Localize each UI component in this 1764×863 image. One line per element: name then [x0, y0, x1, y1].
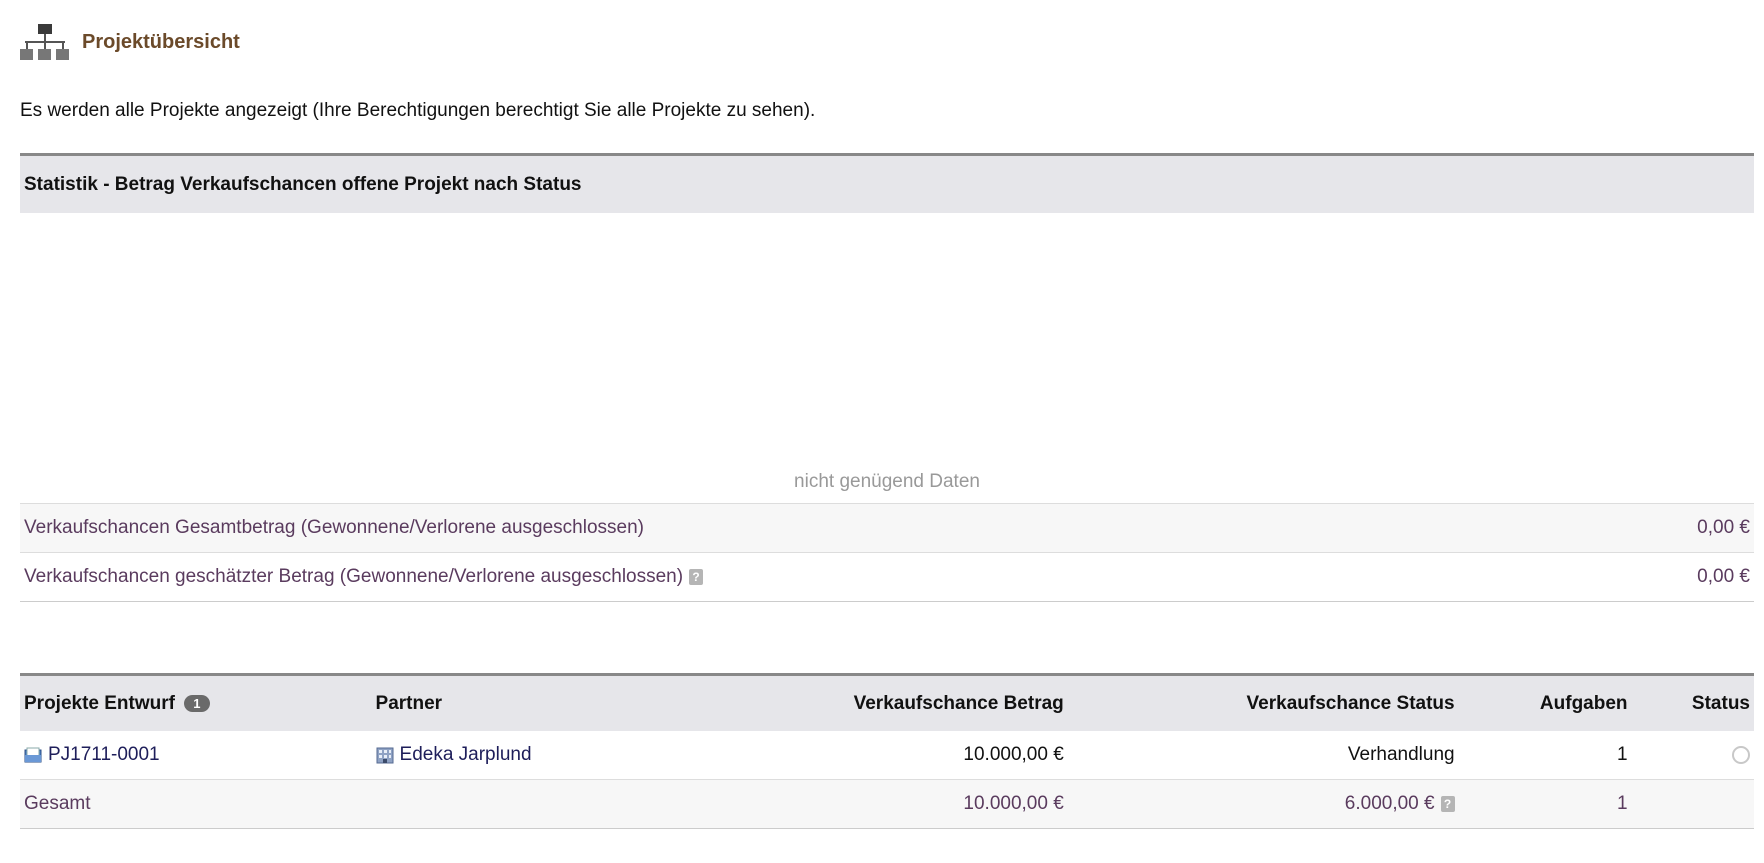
stat-label: Verkaufschancen Gesamtbetrag (Gewonnene/… [24, 517, 644, 538]
cell-vk-status: Verhandlung [1067, 731, 1459, 780]
stat-row-total: Verkaufschancen Gesamtbetrag (Gewonnene/… [20, 503, 1754, 552]
stat-label-wrap: Verkaufschancen geschätzter Betrag (Gewo… [24, 566, 704, 588]
total-status-empty [1631, 779, 1754, 829]
company-building-icon[interactable] [376, 746, 394, 764]
col-header-partner[interactable]: Partner [372, 675, 653, 732]
projects-table: Projekte Entwurf 1 Partner Verkaufschanc… [20, 673, 1754, 829]
stat-label: Verkaufschancen geschätzter Betrag (Gewo… [24, 566, 684, 587]
chart-area: nicht genügend Daten [20, 213, 1754, 503]
total-partner-empty [371, 779, 653, 829]
col-header-status[interactable]: Status [1632, 675, 1754, 732]
total-geschaetzt: 6.000,00 €? [1067, 779, 1459, 829]
cell-betrag: 10.000,00 € [652, 731, 1068, 780]
col-header-aufgaben[interactable]: Aufgaben [1459, 675, 1632, 732]
col-header-entwurf[interactable]: Projekte Entwurf 1 [20, 675, 372, 732]
stats-panel: Statistik - Betrag Verkaufschancen offen… [20, 153, 1754, 602]
help-icon[interactable]: ? [1440, 795, 1455, 812]
project-folder-icon[interactable] [24, 747, 42, 763]
table-total-row: Gesamt 10.000,00 € 6.000,00 €? 1 [20, 779, 1754, 829]
project-link[interactable]: PJ1711-0001 [48, 744, 160, 765]
org-hierarchy-icon [20, 24, 69, 60]
cell-partner: Edeka Jarplund [371, 731, 653, 780]
intro-text: Es werden alle Projekte angezeigt (Ihre … [20, 100, 816, 121]
cell-project-ref: PJ1711-0001 [20, 731, 372, 780]
status-circle-icon [1732, 745, 1750, 764]
total-label: Gesamt [20, 779, 372, 829]
col-header-label: Projekte Entwurf [24, 692, 175, 714]
partner-link[interactable]: Edeka Jarplund [400, 744, 532, 765]
total-geschaetzt-value: 6.000,00 € [1344, 793, 1435, 814]
stat-value: 0,00 € [1697, 517, 1750, 538]
page: Projektübersicht Es werden alle Projekte… [0, 0, 1764, 863]
no-data-message: nicht genügend Daten [794, 471, 980, 492]
table-header-row: Projekte Entwurf 1 Partner Verkaufschanc… [20, 674, 1754, 732]
total-betrag: 10.000,00 € [652, 779, 1068, 829]
total-aufgaben: 1 [1458, 779, 1632, 829]
col-header-vk-status[interactable]: Verkaufschance Status [1068, 675, 1459, 732]
stat-row-estimated: Verkaufschancen geschätzter Betrag (Gewo… [20, 552, 1754, 602]
page-header: Projektübersicht [20, 22, 240, 62]
page-title: Projektübersicht [82, 30, 240, 53]
count-badge: 1 [184, 694, 210, 712]
cell-status [1631, 731, 1754, 780]
table-row: PJ1711-0001 Edeka Jarplund 10.000,00 € V… [20, 731, 1754, 780]
cell-aufgaben: 1 [1458, 731, 1632, 780]
help-icon[interactable]: ? [689, 568, 704, 585]
stats-title: Statistik - Betrag Verkaufschancen offen… [20, 153, 1754, 213]
col-header-betrag[interactable]: Verkaufschance Betrag [652, 675, 1068, 732]
stat-value: 0,00 € [1697, 566, 1750, 587]
